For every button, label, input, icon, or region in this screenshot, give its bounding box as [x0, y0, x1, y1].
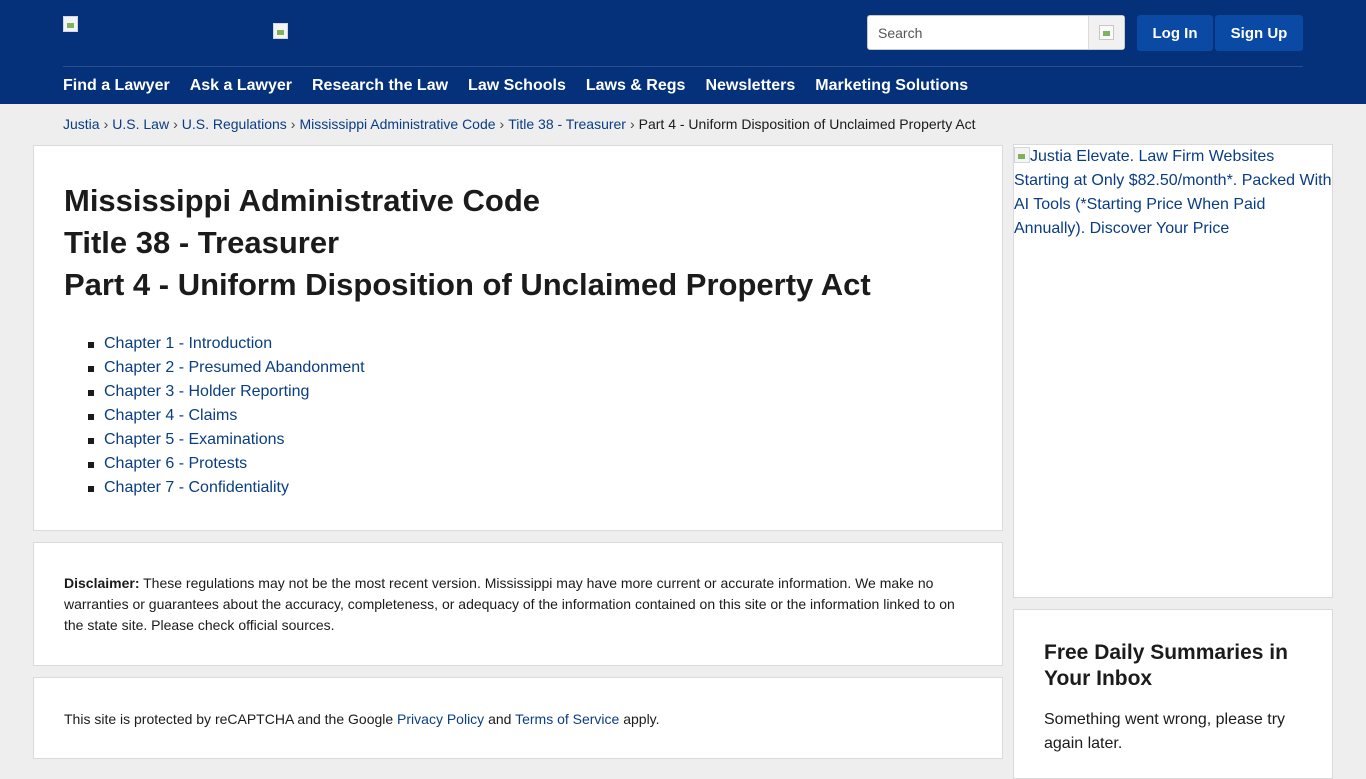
breadcrumb: Justia › U.S. Law › U.S. Regulations › Mississ…	[63, 116, 976, 132]
chapter-link[interactable]: Chapter 3 - Holder Reporting	[104, 383, 309, 400]
breadcrumb-separator: ›	[290, 116, 296, 132]
breadcrumb-title-38[interactable]: Title 38 - Treasurer	[508, 116, 626, 132]
breadcrumb-current: Part 4 - Uniform Disposition of Unclaime…	[638, 116, 976, 132]
list-item: Chapter 2 - Presumed Abandonment	[88, 356, 365, 380]
disclaimer-body: These regulations may not be the most re…	[64, 575, 955, 633]
breadcrumb-justia[interactable]: Justia	[63, 116, 100, 132]
terms-of-service-link[interactable]: Terms of Service	[515, 711, 619, 727]
search-icon	[1099, 25, 1114, 40]
signup-button[interactable]: Sign Up	[1215, 15, 1303, 51]
broken-image-icon	[1014, 147, 1030, 163]
nav-research-the-law[interactable]: Research the Law	[312, 76, 448, 96]
recaptcha-prefix: This site is protected by reCAPTCHA and …	[64, 711, 398, 727]
broken-image-icon	[63, 16, 78, 32]
list-item: Chapter 5 - Examinations	[88, 428, 365, 452]
disclaimer-text: Disclaimer: These regulations may not be…	[64, 573, 964, 636]
sidebar-ad[interactable]: Justia Elevate. Law Firm Websites Starti…	[1013, 144, 1333, 598]
ad-image-alt[interactable]: Justia Elevate. Law Firm Websites Starti…	[1014, 145, 1332, 241]
login-button[interactable]: Log In	[1137, 15, 1213, 51]
chapter-link[interactable]: Chapter 4 - Claims	[104, 407, 237, 424]
chapter-link[interactable]: Chapter 7 - Confidentiality	[104, 479, 289, 496]
nav-find-a-lawyer[interactable]: Find a Lawyer	[63, 76, 170, 96]
list-item: Chapter 1 - Introduction	[88, 332, 365, 356]
list-item: Chapter 4 - Claims	[88, 404, 365, 428]
main-content-card: Mississippi Administrative Code Title 38…	[33, 145, 1003, 531]
header-divider	[63, 66, 1303, 67]
list-item: Chapter 7 - Confidentiality	[88, 476, 365, 500]
chapter-link[interactable]: Chapter 2 - Presumed Abandonment	[104, 359, 365, 376]
search-input[interactable]	[868, 16, 1090, 49]
breadcrumb-separator: ›	[499, 116, 505, 132]
nav-newsletters[interactable]: Newsletters	[705, 76, 795, 96]
page-title-line: Title 38 - Treasurer	[64, 225, 340, 260]
recaptcha-card: This site is protected by reCAPTCHA and …	[33, 677, 1003, 759]
chapter-link[interactable]: Chapter 5 - Examinations	[104, 431, 285, 448]
breadcrumb-us-regulations[interactable]: U.S. Regulations	[182, 116, 287, 132]
main-nav: Find a Lawyer Ask a Lawyer Research the …	[63, 76, 988, 96]
recaptcha-and: and	[484, 711, 516, 727]
list-item: Chapter 6 - Protests	[88, 452, 365, 476]
newsletter-card: Free Daily Summaries in Your Inbox Somet…	[1013, 609, 1333, 779]
justia-logo[interactable]	[63, 16, 79, 32]
newsletter-title: Free Daily Summaries in Your Inbox	[1044, 641, 1288, 690]
privacy-policy-link[interactable]: Privacy Policy	[397, 711, 484, 727]
ad-alt-text[interactable]: Justia Elevate. Law Firm Websites Starti…	[1014, 148, 1332, 237]
disclaimer-card: Disclaimer: These regulations may not be…	[33, 542, 1003, 666]
nav-marketing-solutions[interactable]: Marketing Solutions	[815, 76, 968, 96]
header-image[interactable]	[273, 23, 289, 39]
list-item: Chapter 3 - Holder Reporting	[88, 380, 365, 404]
breadcrumb-us-law[interactable]: U.S. Law	[112, 116, 169, 132]
page-title-line: Part 4 - Uniform Disposition of Unclaime…	[64, 267, 871, 302]
chapter-link[interactable]: Chapter 6 - Protests	[104, 455, 247, 472]
disclaimer-label: Disclaimer:	[64, 575, 140, 591]
page-title: Mississippi Administrative Code Title 38…	[64, 180, 871, 306]
nav-ask-a-lawyer[interactable]: Ask a Lawyer	[190, 76, 292, 96]
search-button[interactable]	[1088, 16, 1124, 49]
newsletter-error: Something went wrong, please try again l…	[1044, 711, 1286, 752]
breadcrumb-ms-admin-code[interactable]: Mississippi Administrative Code	[299, 116, 495, 132]
chapter-list: Chapter 1 - Introduction Chapter 2 - Pre…	[88, 332, 365, 500]
recaptcha-notice: This site is protected by reCAPTCHA and …	[64, 710, 660, 728]
nav-law-schools[interactable]: Law Schools	[468, 76, 566, 96]
site-header: Log In Sign Up Find a Lawyer Ask a Lawye…	[0, 0, 1366, 104]
chapter-link[interactable]: Chapter 1 - Introduction	[104, 335, 272, 352]
recaptcha-suffix: apply.	[619, 711, 660, 727]
nav-laws-regs[interactable]: Laws & Regs	[586, 76, 686, 96]
breadcrumb-separator: ›	[103, 116, 109, 132]
breadcrumb-separator: ›	[629, 116, 635, 132]
broken-image-icon	[273, 23, 288, 39]
search-box	[867, 15, 1125, 50]
page-title-line: Mississippi Administrative Code	[64, 183, 541, 218]
breadcrumb-separator: ›	[173, 116, 178, 132]
